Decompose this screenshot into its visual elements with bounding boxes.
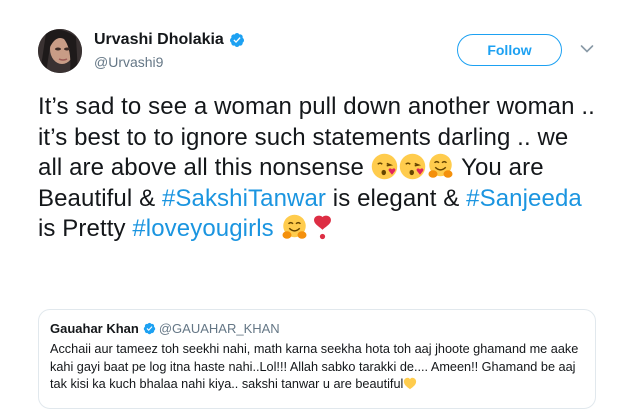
hashtag-loveyougirls[interactable]: #loveyougirls — [132, 215, 273, 242]
chevron-down-icon[interactable] — [580, 44, 594, 54]
hugging-face-emoji-icon — [282, 214, 307, 239]
hashtag-sanjeeda[interactable]: #Sanjeeda — [466, 185, 582, 212]
quoted-tweet-header: Gauahar Khan @GAUAHAR_KHAN — [50, 321, 585, 336]
quoted-author-name: Gauahar Khan — [50, 321, 139, 336]
kissing-heart-emoji-icon — [399, 153, 425, 180]
author-name[interactable]: Urvashi Dholakia — [94, 31, 224, 49]
author-name-row: Urvashi Dholakia — [94, 31, 245, 49]
tweet-text-segment: is Pretty — [38, 215, 133, 242]
follow-button[interactable]: Follow — [457, 34, 562, 66]
tweet-text: It’s sad to see a woman pull down anothe… — [38, 92, 598, 245]
quoted-tweet-body: Acchaii aur tameez toh seekhi nahi, math… — [50, 342, 579, 391]
hugging-face-emoji-icon — [428, 153, 453, 178]
avatar[interactable] — [38, 29, 82, 73]
red-heart-exclamation-icon — [313, 215, 331, 240]
quoted-tweet[interactable]: Gauahar Khan @GAUAHAR_KHAN Acchaii aur t… — [38, 309, 596, 409]
yellow-heart-icon — [404, 377, 417, 390]
author-handle[interactable]: @Urvashi9 — [94, 54, 163, 70]
verified-badge-icon — [229, 33, 244, 47]
quoted-tweet-text: Acchaii aur tameez toh seekhi nahi, math… — [50, 341, 585, 394]
hashtag-sakshitanwar[interactable]: #SakshiTanwar — [162, 185, 326, 212]
tweet-text-segment: is elegant & — [326, 184, 467, 212]
quoted-author-handle: @GAUAHAR_KHAN — [158, 321, 280, 336]
verified-badge-icon — [143, 322, 156, 335]
kissing-heart-emoji-icon — [371, 153, 397, 180]
